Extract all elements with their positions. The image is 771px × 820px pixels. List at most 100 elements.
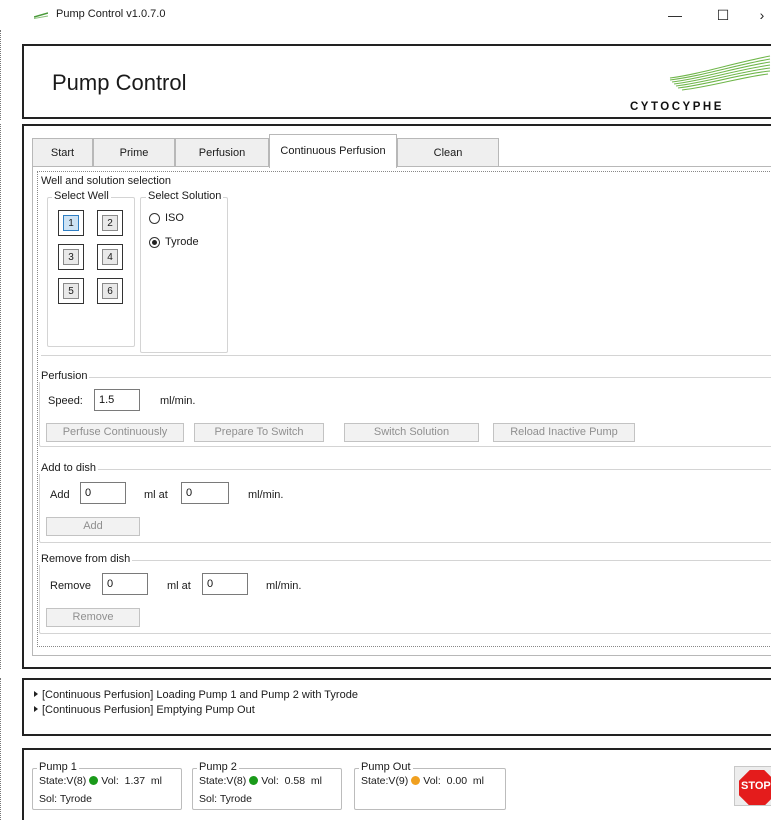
- tab-content: Well and solution selection Select Well …: [32, 166, 771, 656]
- log-entry-text: [Continuous Perfusion] Loading Pump 1 an…: [42, 689, 358, 701]
- pump-1-vol: 1.37: [124, 775, 146, 787]
- status-dot-icon: [89, 776, 99, 785]
- tab-prime[interactable]: Prime: [93, 138, 175, 167]
- pump-2-solution: Sol: Tyrode: [199, 793, 252, 805]
- page-title: Pump Control: [52, 70, 187, 95]
- select-well-label: Select Well: [52, 190, 111, 202]
- add-to-dish-group: Add to dish Add ml at ml/min. Add: [39, 462, 771, 543]
- maximize-button[interactable]: ☐: [703, 4, 743, 26]
- pump-1-unit: ml: [150, 775, 163, 787]
- pump-out-unit: ml: [472, 775, 485, 787]
- well-label-3: 3: [63, 249, 79, 265]
- pump-out-vol: 0.00: [446, 775, 468, 787]
- well-button-3[interactable]: 3: [58, 244, 84, 270]
- pump-status-panel: Pump 1 State:V(8) Vol: 1.37 ml Sol: Tyrod…: [22, 748, 771, 820]
- well-button-6[interactable]: 6: [97, 278, 123, 304]
- pump-1-vol-label: Vol:: [101, 775, 119, 787]
- perfuse-continuously-button[interactable]: Perfuse Continuously: [46, 423, 184, 442]
- remove-from-dish-group: Remove from dish Remove ml at ml/min. Re…: [39, 553, 771, 634]
- well-label-2: 2: [102, 215, 118, 231]
- speed-unit: ml/min.: [160, 395, 196, 407]
- remove-button[interactable]: Remove: [46, 608, 140, 627]
- tab-continuous-perfusion[interactable]: Continuous Perfusion: [269, 134, 397, 168]
- log-panel: [Continuous Perfusion] Loading Pump 1 an…: [22, 678, 771, 736]
- well-label-6: 6: [102, 283, 118, 299]
- remove-rate-unit: ml/min.: [266, 580, 302, 592]
- pump-2-vol: 0.58: [284, 775, 306, 787]
- pump-2-vol-label: Vol:: [261, 775, 279, 787]
- close-button[interactable]: ›: [747, 4, 771, 26]
- stop-label: STOP: [741, 780, 771, 792]
- pump-2-status-line: State:V(8) Vol: 0.58 ml: [199, 775, 322, 787]
- main-panel: Start Prime Perfusion Continuous Perfusi…: [22, 124, 771, 669]
- well-label-5: 5: [63, 283, 79, 299]
- status-dot-icon: [411, 776, 421, 785]
- radio-tyrode[interactable]: [149, 237, 160, 248]
- pump-2-label: Pump 2: [197, 761, 239, 773]
- stop-button[interactable]: STOP: [734, 766, 771, 806]
- window-edge: [0, 30, 3, 120]
- expand-triangle-icon: [34, 706, 38, 712]
- add-label: Add: [50, 489, 70, 501]
- reload-inactive-pump-button[interactable]: Reload Inactive Pump: [493, 423, 635, 442]
- well-button-4[interactable]: 4: [97, 244, 123, 270]
- logo-text: CYTOCYPHE: [630, 101, 724, 113]
- pump-2-state: State:V(8): [199, 775, 247, 787]
- window-title: Pump Control v1.0.7.0: [56, 8, 166, 20]
- add-rate-unit: ml/min.: [248, 489, 284, 501]
- expand-triangle-icon: [34, 691, 38, 697]
- well-label-4: 4: [102, 249, 118, 265]
- speed-label: Speed:: [48, 395, 83, 407]
- window-edge: [0, 124, 3, 669]
- add-volume-input[interactable]: [80, 482, 126, 504]
- switch-solution-button[interactable]: Switch Solution: [344, 423, 479, 442]
- pump-2-box: Pump 2 State:V(8) Vol: 0.58 ml Sol: Tyrod…: [192, 761, 342, 810]
- status-dot-icon: [249, 776, 259, 785]
- perfusion-title: Perfusion: [39, 370, 90, 382]
- radio-tyrode-label: Tyrode: [165, 236, 199, 248]
- pump-1-state: State:V(8): [39, 775, 87, 787]
- add-ml-at-label: ml at: [144, 489, 168, 501]
- add-button[interactable]: Add: [46, 517, 140, 536]
- pump-out-box: Pump Out State:V(9) Vol: 0.00 ml: [354, 761, 506, 810]
- pump-1-status-line: State:V(8) Vol: 1.37 ml: [39, 775, 162, 787]
- prepare-to-switch-button[interactable]: Prepare To Switch: [194, 423, 324, 442]
- remove-volume-input[interactable]: [102, 573, 148, 595]
- add-rate-input[interactable]: [181, 482, 229, 504]
- add-to-dish-title: Add to dish: [39, 462, 99, 474]
- radio-iso-label: ISO: [165, 212, 184, 224]
- well-button-1[interactable]: 1: [58, 210, 84, 236]
- remove-ml-at-label: ml at: [167, 580, 191, 592]
- tab-start[interactable]: Start: [32, 138, 93, 167]
- perfusion-group: Perfusion Speed: ml/min. Perfuse Continu…: [39, 370, 771, 447]
- pump-out-status-line: State:V(9) Vol: 0.00 ml: [361, 775, 484, 787]
- log-entry-text: [Continuous Perfusion] Emptying Pump Out: [42, 704, 255, 716]
- pump-out-state: State:V(9): [361, 775, 409, 787]
- pump-1-solution: Sol: Tyrode: [39, 793, 92, 805]
- pump-2-unit: ml: [310, 775, 323, 787]
- pump-out-label: Pump Out: [359, 761, 413, 773]
- well-label-1: 1: [63, 215, 79, 231]
- minimize-button[interactable]: —: [655, 4, 695, 26]
- well-button-5[interactable]: 5: [58, 278, 84, 304]
- select-solution-label: Select Solution: [146, 190, 224, 202]
- well-button-2[interactable]: 2: [97, 210, 123, 236]
- well-solution-section-title: Well and solution selection: [41, 175, 172, 187]
- section-divider: [41, 355, 771, 356]
- app-header: Pump Control CYTOCYPHE: [22, 44, 771, 119]
- window-edge: [0, 678, 3, 820]
- pump-out-vol-label: Vol:: [423, 775, 441, 787]
- pump-1-label: Pump 1: [37, 761, 79, 773]
- tab-clean[interactable]: Clean: [397, 138, 499, 167]
- tab-perfusion[interactable]: Perfusion: [175, 138, 269, 167]
- remove-label: Remove: [50, 580, 91, 592]
- log-entry[interactable]: [Continuous Perfusion] Loading Pump 1 an…: [34, 689, 358, 701]
- pump-1-box: Pump 1 State:V(8) Vol: 1.37 ml Sol: Tyrod…: [32, 761, 182, 810]
- remove-from-dish-title: Remove from dish: [39, 553, 133, 565]
- speed-input[interactable]: [94, 389, 140, 411]
- log-entry[interactable]: [Continuous Perfusion] Emptying Pump Out: [34, 704, 255, 716]
- remove-rate-input[interactable]: [202, 573, 248, 595]
- radio-iso[interactable]: [149, 213, 160, 224]
- select-well-group: Select Well 1 2 3 4 5 6: [47, 190, 135, 347]
- title-bar: Pump Control v1.0.7.0 — ☐ ›: [20, 0, 771, 30]
